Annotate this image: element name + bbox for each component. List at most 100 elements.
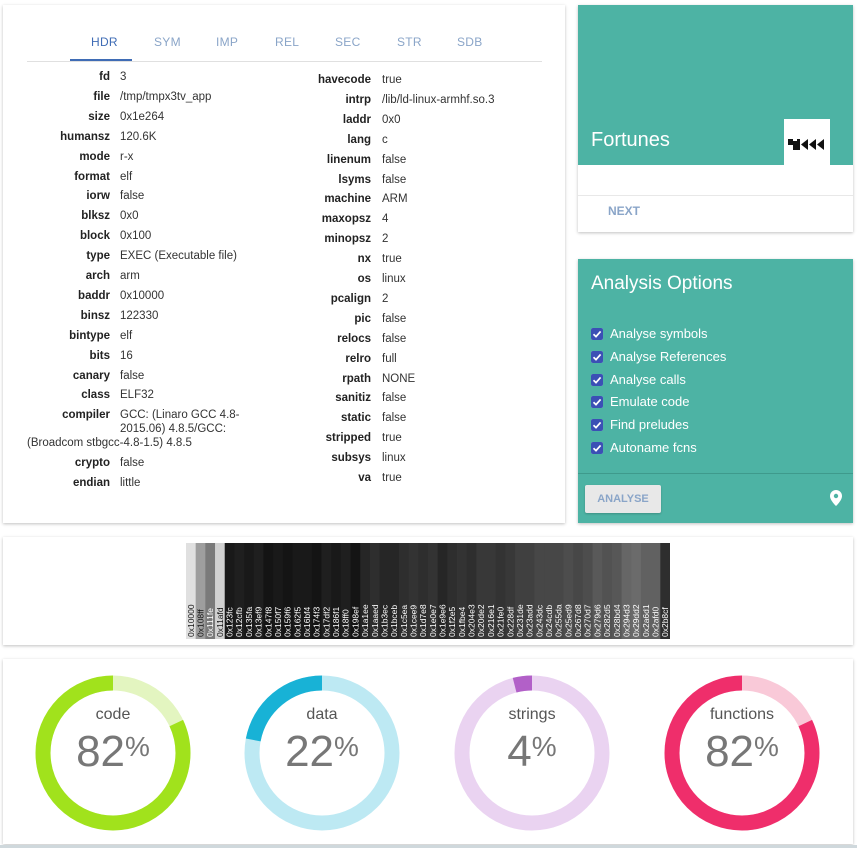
header-value: r-x xyxy=(120,150,134,163)
header-value: 2 xyxy=(382,292,389,305)
header-value: false xyxy=(382,312,407,325)
entropy-block-address: 0x1cee9 xyxy=(408,605,418,637)
binary-info-card: HDR SYM IMP REL SEC STR SDB fd 3 file/tmp/… xyxy=(3,5,565,523)
checkbox[interactable] xyxy=(591,419,603,432)
checkbox[interactable] xyxy=(591,350,603,363)
header-key: linenum xyxy=(298,154,371,170)
header-value: ELF32 xyxy=(120,389,154,402)
entropy-block-address: 0x204e3 xyxy=(467,604,477,637)
header-key: rpath xyxy=(298,373,371,389)
header-value: true xyxy=(382,74,402,86)
header-value: full xyxy=(382,352,397,365)
header-key-label: type xyxy=(86,250,110,263)
entropy-block-address: 0x147f8 xyxy=(263,606,273,637)
header-value: 0x0 xyxy=(120,210,139,223)
entropy-block-address: 0x10000 xyxy=(186,604,196,637)
stat-label: data xyxy=(306,706,338,723)
header-key: iorw xyxy=(27,190,110,206)
analysis-option-label: Analyse symbols xyxy=(610,326,708,341)
checkbox[interactable] xyxy=(591,396,603,409)
header-key-label: subsys xyxy=(331,452,371,465)
location-pin-icon[interactable] xyxy=(830,490,842,511)
header-key-label: fd xyxy=(99,71,110,83)
header-key: intrp xyxy=(298,94,371,110)
header-value: 2 xyxy=(382,233,389,246)
entropy-block-address: 0x18ff0 xyxy=(341,609,351,637)
tab-sdb[interactable]: SDB xyxy=(457,35,483,49)
header-value: 3 xyxy=(120,71,127,83)
header-key-label: iorw xyxy=(86,190,110,203)
header-key-label: relocs xyxy=(337,332,371,345)
entropy-block-address: 0x159f6 xyxy=(283,606,293,637)
entropy-block-address: 0x1f2e5 xyxy=(447,606,457,637)
checkbox[interactable] xyxy=(591,373,603,386)
header-value: EXEC (Executable file) xyxy=(120,250,237,263)
header-key-label: intrp xyxy=(345,93,371,106)
stat-value: 82% xyxy=(705,727,779,776)
header-key-label: stripped xyxy=(325,432,371,445)
entropy-block-address: 0x1d7e8 xyxy=(418,604,428,637)
header-key: maxopsz xyxy=(298,213,371,229)
analysis-option-label: Autoname fcns xyxy=(610,440,697,455)
header-key-label: sanitiz xyxy=(335,392,371,405)
analyse-button[interactable]: ANALYSE xyxy=(585,485,661,513)
tab-sec[interactable]: SEC xyxy=(335,35,361,49)
header-key-label: crypto xyxy=(74,457,110,470)
header-value: elf xyxy=(120,170,133,183)
next-button[interactable]: NEXT xyxy=(608,204,640,218)
header-value: false xyxy=(382,173,407,186)
header-key-label: static xyxy=(340,412,371,425)
header-key-label: minopsz xyxy=(324,233,371,246)
tab-sym[interactable]: SYM xyxy=(154,35,181,49)
header-value: ARM xyxy=(382,193,408,206)
entropy-block-address: 0x2b8cf xyxy=(660,607,670,637)
divider xyxy=(578,473,853,474)
header-key: sanitiz xyxy=(298,392,371,408)
header-key-label: rpath xyxy=(342,372,371,385)
analysis-title: Analysis Options xyxy=(591,273,733,294)
entropy-block-address: 0x135fa xyxy=(244,606,254,637)
header-key: va xyxy=(298,472,371,488)
checkbox[interactable] xyxy=(591,442,603,454)
tab-hdr[interactable]: HDR xyxy=(91,35,118,49)
entropy-block-address: 0x174f3 xyxy=(312,606,322,637)
header-value: false xyxy=(382,153,407,166)
entropy-block-address: 0x186f1 xyxy=(331,606,341,637)
header-key-label: maxopsz xyxy=(321,213,371,226)
header-key: static xyxy=(298,412,371,428)
header-value: NONE xyxy=(382,372,416,385)
entropy-block-address: 0x111fe xyxy=(205,608,215,637)
header-value: false xyxy=(120,369,145,382)
analysis-stats-card: code 82% data 22% strings 4% functions 8… xyxy=(3,659,853,844)
header-key: humansz xyxy=(27,131,110,147)
header-value: false xyxy=(120,190,145,203)
tab-str[interactable]: STR xyxy=(397,35,422,49)
entropy-block-address: 0x123fc xyxy=(225,606,235,637)
header-key: blksz xyxy=(27,210,110,226)
header-key-label: canary xyxy=(72,369,110,382)
tab-rel[interactable]: REL xyxy=(275,35,299,49)
checkbox[interactable] xyxy=(591,328,603,340)
analysis-option-label: Emulate code xyxy=(610,394,690,410)
entropy-block-address: 0x282d5 xyxy=(602,604,612,637)
header-value: c xyxy=(382,133,388,146)
header-value: GCC: (Linaro GCC 4.8- xyxy=(120,409,240,422)
header-key-label: blksz xyxy=(81,210,110,223)
fortunes-title: Fortunes xyxy=(591,129,670,151)
entropy-block-address: 0x270d7 xyxy=(583,604,593,637)
entropy-graph: 0x10000 0x108ff 0x111fe 0x11afd 0x123fc 0x12c… xyxy=(186,543,670,639)
header-value: linux xyxy=(382,273,406,285)
analysis-option-label: Analyse calls xyxy=(610,371,686,387)
entropy-block-address: 0x1b3ec xyxy=(379,604,389,637)
entropy-block-address: 0x1bceb xyxy=(389,605,399,637)
stat-value: 82% xyxy=(76,727,150,776)
header-key-label: machine xyxy=(324,193,371,206)
stat-value: 4% xyxy=(507,727,557,776)
header-key: machine xyxy=(298,193,371,209)
header-key: mode xyxy=(27,151,110,167)
entropy-block-address: 0x1e9e6 xyxy=(438,604,448,637)
tab-imp[interactable]: IMP xyxy=(216,35,238,49)
header-key: size xyxy=(27,111,110,127)
header-value: 0x100 xyxy=(120,230,152,243)
header-key-label: block xyxy=(79,230,110,243)
